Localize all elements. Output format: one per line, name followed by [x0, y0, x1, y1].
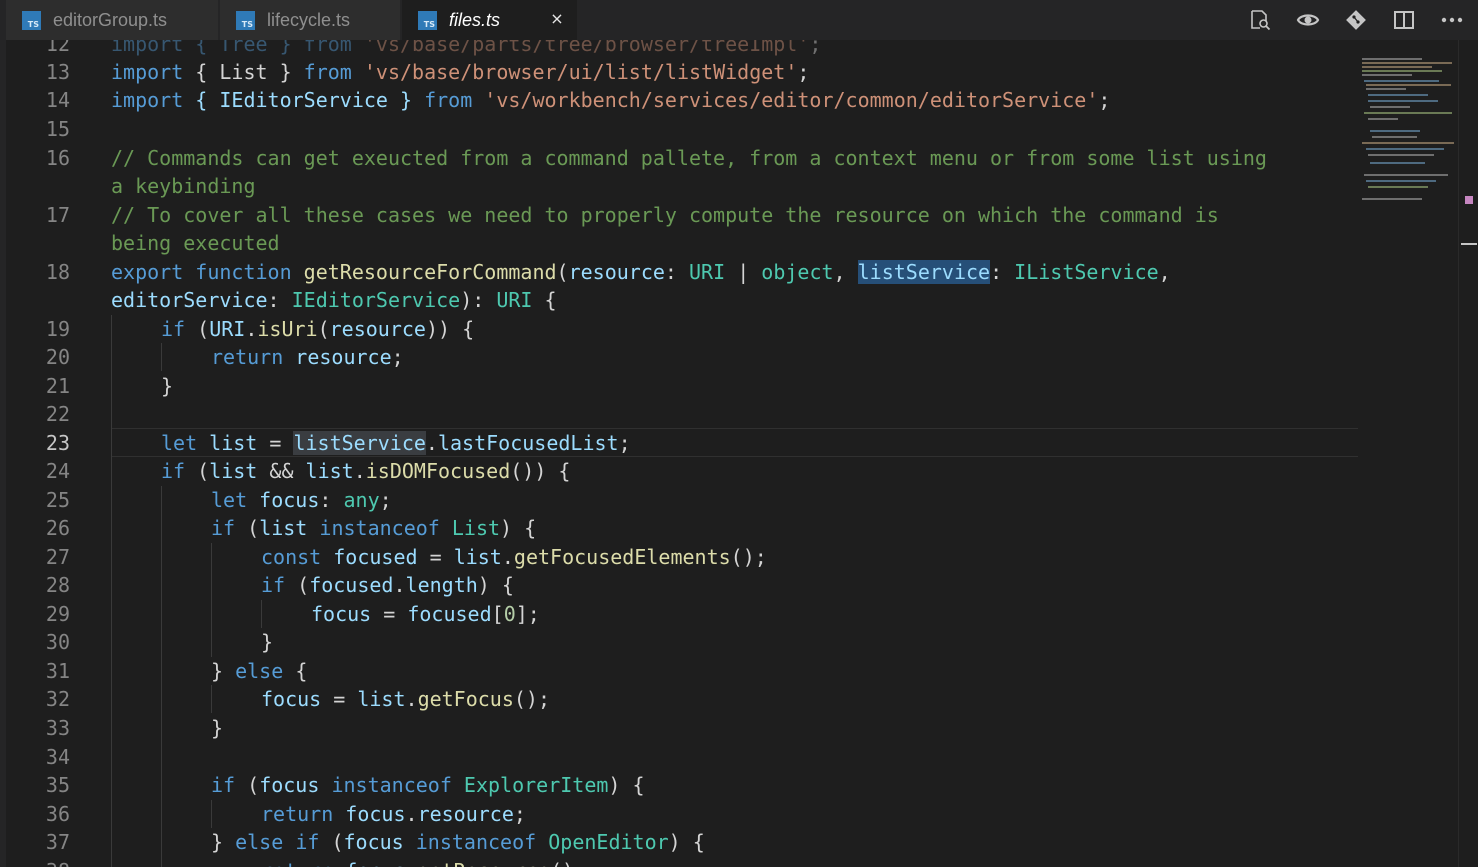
line-number: 29: [45, 602, 70, 626]
line-number: 14: [45, 88, 70, 112]
code-line-30: }: [261, 630, 274, 654]
tab-label: editorGroup.ts: [53, 9, 168, 30]
code-line-31: } else {: [211, 659, 308, 683]
code-line-20: return resource;: [211, 345, 404, 369]
git-compare-icon[interactable]: [1340, 4, 1372, 36]
typescript-file-icon: TS: [418, 10, 437, 30]
indent-guide: [161, 486, 162, 867]
minimap[interactable]: [1358, 40, 1458, 867]
code-line-18-wrap: editorService: IEditorService): URI {: [111, 288, 557, 312]
indent-guide: [111, 315, 112, 867]
line-number: 36: [45, 802, 70, 826]
more-actions-icon[interactable]: [1436, 4, 1468, 36]
code-line-14: import { IEditorService } from 'vs/workb…: [111, 88, 1111, 112]
indent-guide: [161, 343, 162, 371]
tab-label: files.ts: [449, 9, 501, 30]
line-number: 18: [45, 260, 70, 284]
indent-guide: [211, 543, 212, 657]
line-number: 17: [45, 203, 70, 227]
code-line-12: import { Tree } from 'vs/base/parts/tree…: [111, 40, 822, 56]
code-line-26: if (list instanceof List) {: [211, 516, 537, 540]
line-number: 32: [45, 687, 70, 711]
code-line-33: }: [211, 716, 224, 740]
tab-lifecycle[interactable]: TS lifecycle.ts: [220, 0, 401, 40]
line-number: 22: [45, 402, 70, 426]
code-line-38: return focus.getResource();: [261, 857, 586, 867]
overview-ruler-marker: [1465, 196, 1473, 204]
open-changes-icon[interactable]: [1244, 4, 1276, 36]
line-number: 38: [6, 857, 70, 867]
line-number: 34: [45, 745, 70, 769]
line-number: 28: [45, 573, 70, 597]
line-number: 30: [45, 630, 70, 654]
line-number: 31: [45, 659, 70, 683]
code-line-13: import { List } from 'vs/base/browser/ui…: [111, 60, 810, 84]
code-line-35: if (focus instanceof ExplorerItem) {: [211, 773, 645, 797]
code-line-27: const focused = list.getFocusedElements(…: [261, 545, 767, 569]
tab-files[interactable]: TS files.ts ×: [402, 0, 578, 40]
line-number: 33: [45, 716, 70, 740]
line-number: 15: [45, 117, 70, 141]
code-line-21: }: [161, 374, 174, 398]
search-match-highlight: listService: [857, 260, 991, 284]
code-line-17: // To cover all these cases we need to p…: [111, 203, 1219, 227]
line-number: 13: [45, 60, 70, 84]
code-line-16: // Commands can get exeucted from a comm…: [111, 146, 1267, 170]
line-number: 16: [45, 146, 70, 170]
code-line-23: let list = listService.lastFocusedList;: [161, 431, 631, 455]
line-number: 26: [45, 516, 70, 540]
line-number: 25: [45, 488, 70, 512]
code-line-19: if (URI.isUri(resource)) {: [161, 317, 475, 341]
current-line-number: 23: [45, 431, 70, 455]
toggle-preview-icon[interactable]: [1292, 4, 1324, 36]
code-editor[interactable]: 12 13 14 15 16 17 18 19 20 21 22 23 24 2…: [6, 40, 1358, 867]
typescript-file-icon: TS: [22, 10, 41, 30]
split-editor-icon[interactable]: [1388, 4, 1420, 36]
code-line-32: focus = list.getFocus();: [261, 687, 551, 711]
close-icon[interactable]: ×: [547, 9, 567, 29]
editor-tab-bar: TS editorGroup.ts TS lifecycle.ts TS fil…: [6, 0, 1478, 40]
vertical-scrollbar[interactable]: [1458, 40, 1478, 867]
editor-actions: [1228, 0, 1478, 40]
code-line-17-wrap: being executed: [111, 231, 280, 255]
indent-guide: [211, 800, 212, 828]
line-number: 35: [45, 773, 70, 797]
line-number: 20: [45, 345, 70, 369]
line-number: 37: [45, 830, 70, 854]
code-line-24: if (list && list.isDOMFocused()) {: [161, 459, 571, 483]
line-number-gutter: 12 13 14 15 16 17 18 19 20 21 22 23 24 2…: [6, 40, 96, 867]
line-number: 21: [45, 374, 70, 398]
code-line-25: let focus: any;: [211, 488, 392, 512]
typescript-file-icon: TS: [236, 10, 255, 30]
line-number: 19: [45, 317, 70, 341]
line-number: 12: [45, 40, 70, 56]
tab-label: lifecycle.ts: [267, 9, 351, 30]
indent-guide: [211, 685, 212, 713]
line-number: 27: [45, 545, 70, 569]
code-line-18: export function getResourceForCommand(re…: [111, 260, 1171, 284]
tab-editorgroup[interactable]: TS editorGroup.ts: [6, 0, 219, 40]
indent-guide: [261, 600, 262, 628]
word-highlight: listService: [293, 431, 426, 455]
code-line-36: return focus.resource;: [261, 802, 526, 826]
scroll-position-marker: [1461, 243, 1477, 245]
code-line-28: if (focused.length) {: [261, 573, 514, 597]
code-line-37: } else if (focus instanceof OpenEditor) …: [211, 830, 705, 854]
code-line-16-wrap: a keybinding: [111, 174, 256, 198]
code-line-29: focus = focused[0];: [311, 602, 540, 626]
line-number: 24: [45, 459, 70, 483]
